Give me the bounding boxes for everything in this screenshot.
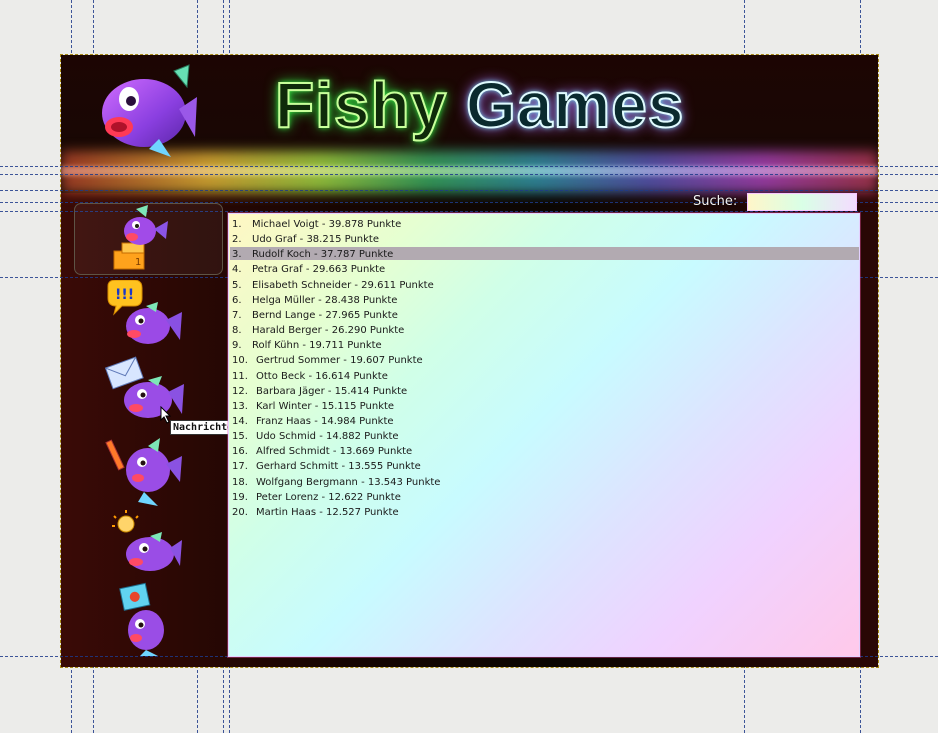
app-title-word-1: Fishy (274, 68, 448, 142)
scoreboard-row[interactable]: 7. Bernd Lange - 27.965 Punkte (232, 308, 398, 323)
scoreboard-row[interactable]: 11. Otto Beck - 16.614 Punkte (232, 369, 388, 384)
scoreboard-row[interactable]: 5. Elisabeth Schneider - 29.611 Punkte (232, 278, 434, 293)
scoreboard-row[interactable]: 2. Udo Graf - 38.215 Punkte (232, 232, 379, 247)
rank-number: 13. (232, 401, 248, 412)
rank-number: 12. (232, 386, 248, 397)
player-score: Alfred Schmidt - 13.669 Punkte (256, 446, 413, 457)
rank-number: 17. (232, 461, 248, 472)
scoreboard-row[interactable]: 14. Franz Haas - 14.984 Punkte (232, 414, 394, 429)
svg-text:!!!: !!! (115, 287, 134, 303)
chat-alert-fish-icon[interactable]: !!! (104, 280, 184, 352)
scoreboard-row[interactable]: 19. Peter Lorenz - 12.622 Punkte (232, 490, 401, 505)
rank-number: 4. (232, 264, 242, 275)
scoreboard-row[interactable]: 15. Udo Schmid - 14.882 Punkte (232, 429, 399, 444)
player-score: Peter Lorenz - 12.622 Punkte (256, 492, 401, 503)
player-score: Rudolf Koch - 37.787 Punkte (252, 249, 394, 260)
guide-line (0, 166, 938, 167)
logo-fish-icon (102, 64, 197, 157)
scoreboard-row[interactable]: 1. Michael Voigt - 39.878 Punkte (232, 217, 401, 232)
player-score: Karl Winter - 15.115 Punkte (256, 401, 395, 412)
player-score: Martin Haas - 12.527 Punkte (256, 507, 399, 518)
player-score: Gerhard Schmitt - 13.555 Punkte (256, 461, 421, 472)
rank-number: 6. (232, 295, 242, 306)
scoreboard-row[interactable]: 3. Rudolf Koch - 37.787 Punkte (232, 247, 393, 262)
trophy-fish-icon[interactable]: 1 (108, 203, 172, 273)
scoreboard-row[interactable]: 6. Helga Müller - 28.438 Punkte (232, 293, 397, 308)
player-score: Barbara Jäger - 15.414 Punkte (256, 386, 408, 397)
rank-number: 3. (232, 249, 242, 260)
rank-number: 10. (232, 355, 248, 366)
player-score: Otto Beck - 16.614 Punkte (256, 371, 388, 382)
player-score: Michael Voigt - 39.878 Punkte (252, 219, 402, 230)
scoreboard-row[interactable]: 8. Harald Berger - 26.290 Punkte (232, 323, 404, 338)
paintbrush-fish-icon[interactable] (104, 430, 184, 506)
rank-number: 9. (232, 340, 242, 351)
player-score: Elisabeth Schneider - 29.611 Punkte (252, 280, 434, 291)
picture-fish-icon[interactable] (110, 582, 176, 656)
player-score: Petra Graf - 29.663 Punkte (252, 264, 386, 275)
player-score: Bernd Lange - 27.965 Punkte (252, 310, 398, 321)
scoreboard-row[interactable]: 18. Wolfgang Bergmann - 13.543 Punkte (232, 475, 440, 490)
scoreboard-row[interactable]: 4. Petra Graf - 29.663 Punkte (232, 262, 385, 277)
scoreboard-row[interactable]: 20. Martin Haas - 12.527 Punkte (232, 505, 399, 520)
rank-number: 8. (232, 325, 242, 336)
rank-number: 7. (232, 310, 242, 321)
lightbulb-fish-icon[interactable] (106, 508, 182, 576)
player-score: Udo Graf - 38.215 Punkte (252, 234, 380, 245)
player-score: Harald Berger - 26.290 Punkte (252, 325, 405, 336)
rank-number: 14. (232, 416, 248, 427)
app-title-word-2: Games (465, 68, 685, 142)
scoreboard-row[interactable]: 12. Barbara Jäger - 15.414 Punkte (232, 384, 407, 399)
player-score: Wolfgang Bergmann - 13.543 Punkte (256, 477, 441, 488)
scoreboard-row[interactable]: 13. Karl Winter - 15.115 Punkte (232, 399, 394, 414)
app-title: Fishy Games (274, 65, 685, 145)
rank-number: 5. (232, 280, 242, 291)
player-score: Gertrud Sommer - 19.607 Punkte (256, 355, 423, 366)
guide-line (0, 190, 938, 191)
guide-line (0, 174, 938, 175)
rank-number: 20. (232, 507, 248, 518)
player-score: Rolf Kühn - 19.711 Punkte (252, 340, 382, 351)
scoreboard-row[interactable]: 17. Gerhard Schmitt - 13.555 Punkte (232, 459, 421, 474)
scoreboard-row[interactable]: 16. Alfred Schmidt - 13.669 Punkte (232, 444, 412, 459)
player-score: Helga Müller - 28.438 Punkte (252, 295, 398, 306)
search-input[interactable] (747, 193, 857, 211)
rank-number: 2. (232, 234, 242, 245)
svg-text:1: 1 (135, 257, 141, 268)
search-label: Suche: (693, 194, 738, 209)
mail-fish-icon[interactable] (104, 356, 184, 426)
rank-number: 18. (232, 477, 248, 488)
scoreboard-row[interactable]: 9. Rolf Kühn - 19.711 Punkte (232, 338, 382, 353)
rank-number: 19. (232, 492, 248, 503)
player-score: Franz Haas - 14.984 Punkte (256, 416, 394, 427)
scoreboard-row[interactable]: 10. Gertrud Sommer - 19.607 Punkte (232, 353, 423, 368)
rank-number: 1. (232, 219, 242, 230)
rank-number: 16. (232, 446, 248, 457)
rank-number: 15. (232, 431, 248, 442)
rank-number: 11. (232, 371, 248, 382)
player-score: Udo Schmid - 14.882 Punkte (256, 431, 399, 442)
